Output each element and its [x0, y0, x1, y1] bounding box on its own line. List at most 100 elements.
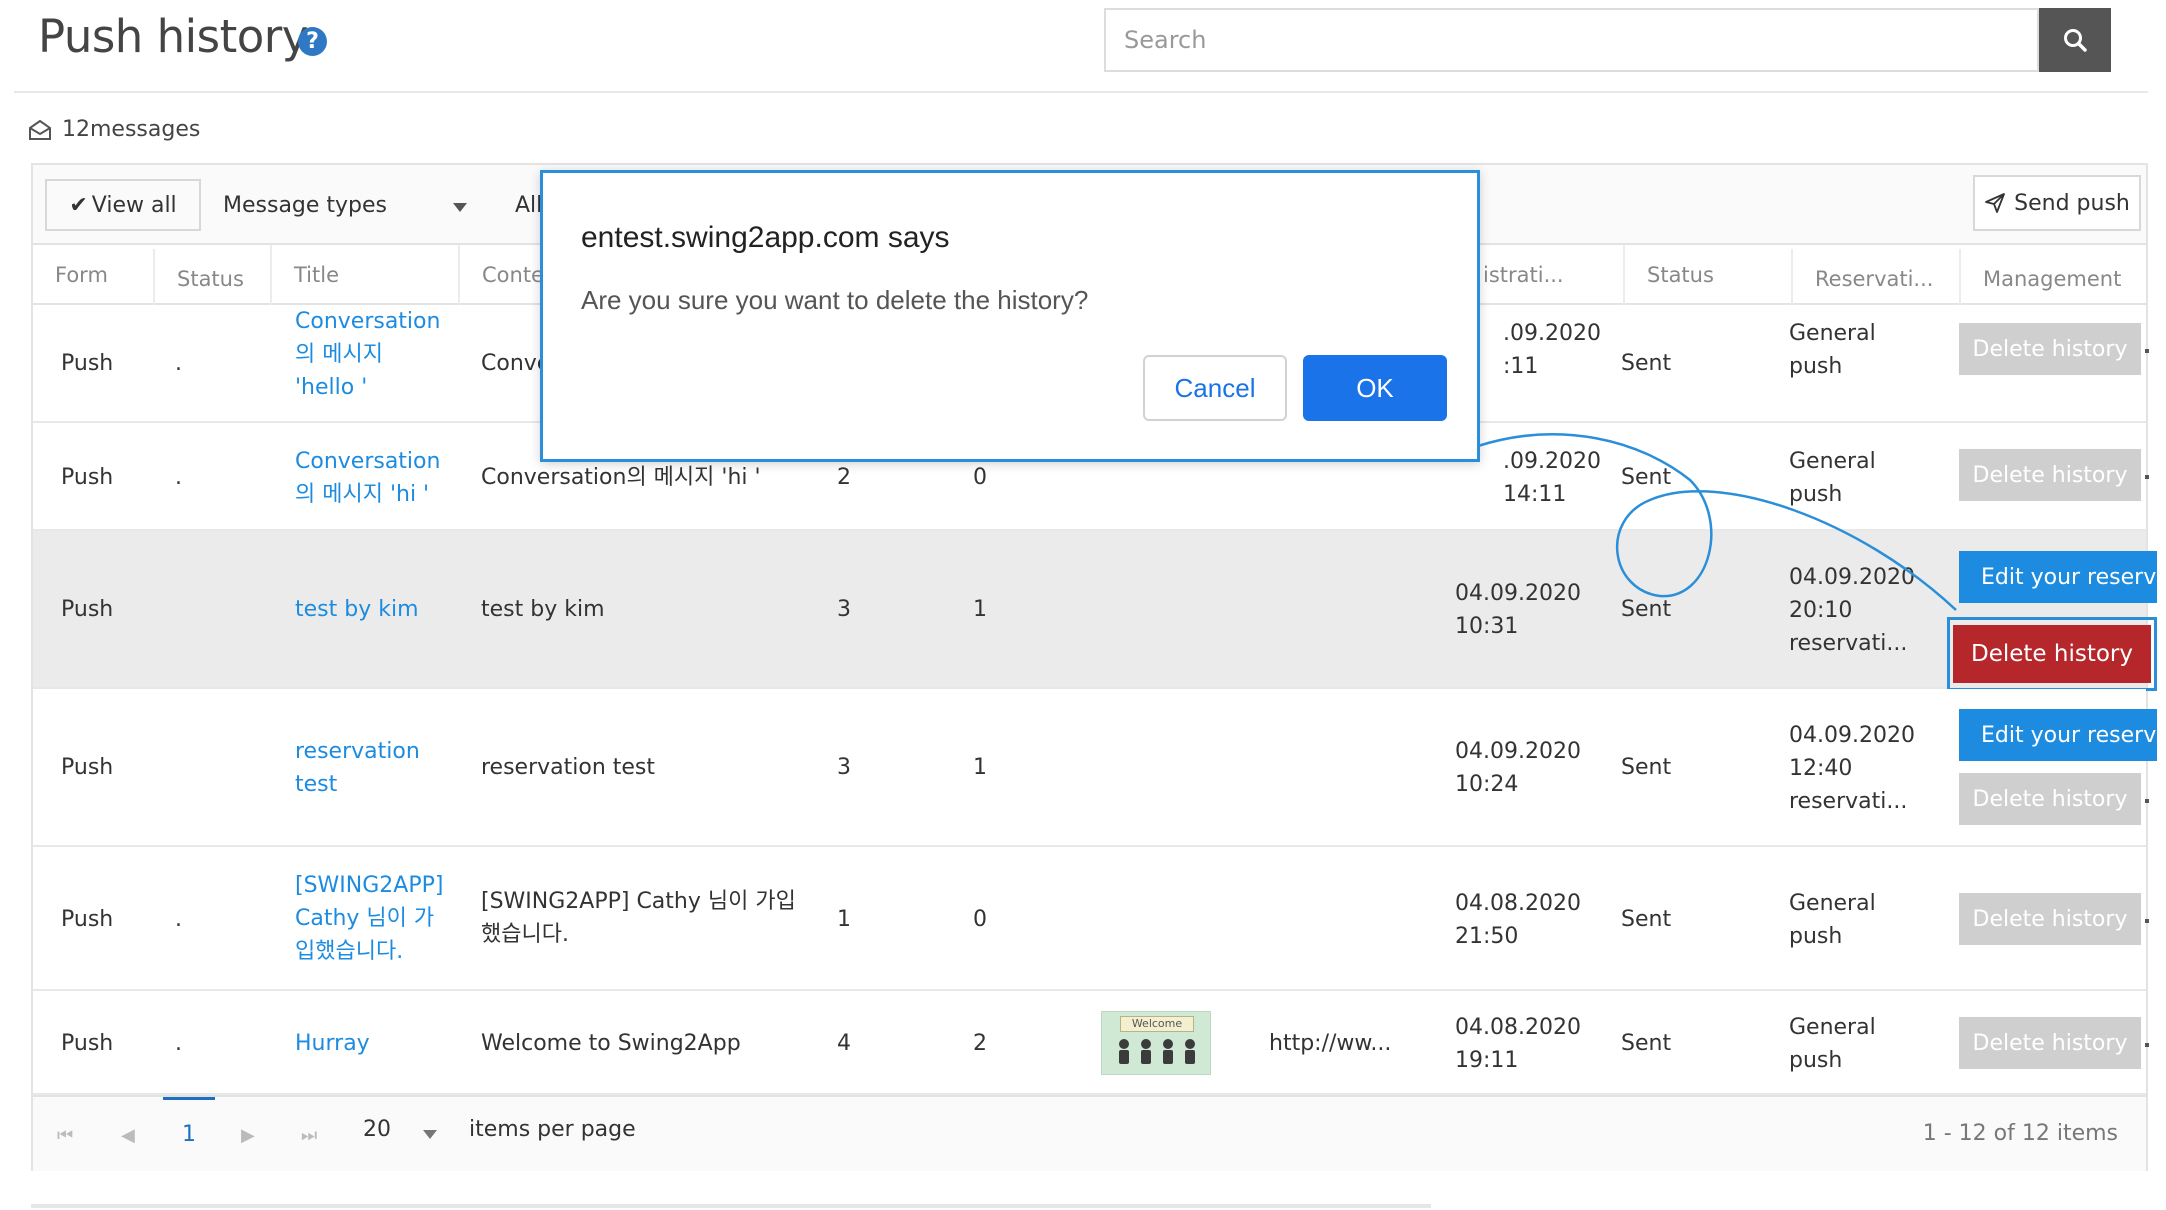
row-form: Push — [61, 1031, 114, 1056]
prev-page-icon[interactable]: ◀ — [121, 1125, 135, 1146]
header-divider — [14, 91, 2148, 93]
row-count-2: 1 — [973, 597, 987, 622]
overflow-dot — [2145, 349, 2149, 353]
row-status: . — [175, 351, 182, 376]
column-header-reservation[interactable]: Reservati... — [1791, 249, 1959, 309]
row-send-status: Sent — [1621, 755, 1672, 780]
row-title-line: 'hello ' — [295, 375, 368, 400]
delete-history-button[interactable]: Delete history — [1959, 893, 2141, 945]
first-page-icon[interactable]: ⏮ — [57, 1125, 73, 1146]
row-registration-date: 04.09.2020 — [1455, 581, 1581, 606]
table-row: Push test by kim test by kim 3 1 04.09.2… — [33, 531, 2157, 691]
row-send-status: Sent — [1621, 465, 1672, 490]
overflow-dot — [2145, 1043, 2149, 1047]
row-registration-date: 04.08.2020 — [1455, 1015, 1581, 1040]
row-content: reservation test — [481, 755, 656, 780]
search-input[interactable] — [1104, 8, 2039, 72]
delete-history-button[interactable]: Delete history — [1959, 449, 2141, 501]
row-form: Push — [61, 351, 114, 376]
caret-down-icon — [453, 203, 467, 212]
row-registration-date: .09.2020 — [1503, 321, 1601, 346]
row-link[interactable]: http://ww... — [1269, 1027, 1391, 1060]
row-registration: 04.08.2020 21:50 — [1455, 887, 1581, 953]
envelope-icon — [29, 119, 51, 140]
table-row: Push reservation test reservation test 3… — [33, 689, 2157, 847]
row-registration: .09.2020 :11 — [1503, 317, 1601, 383]
row-reservation-line: push — [1789, 354, 1843, 379]
view-all-button[interactable]: ✔ View all — [45, 179, 201, 231]
column-header-management[interactable]: Management — [1959, 249, 2148, 309]
check-icon: ✔ — [69, 192, 88, 218]
row-reservation-line: 12:40 — [1789, 756, 1853, 781]
row-registration-date: 04.09.2020 — [1455, 739, 1581, 764]
row-title-link[interactable]: Hurray — [295, 1027, 370, 1060]
row-title-link[interactable]: Conversation 의 메시지 'hi ' — [295, 445, 440, 511]
row-count-1: 3 — [837, 597, 851, 622]
page-size-select[interactable]: 20 — [363, 1117, 391, 1142]
send-push-button[interactable]: Send push — [1973, 175, 2141, 231]
row-registration-time: 21:50 — [1455, 924, 1519, 949]
row-form: Push — [61, 465, 114, 490]
last-page-icon[interactable]: ⏭ — [301, 1125, 317, 1146]
focus-highlight — [1947, 617, 2157, 691]
row-send-status: Sent — [1621, 351, 1672, 376]
row-title-line: Conversation — [295, 449, 441, 474]
delete-history-button[interactable]: Delete history — [1959, 323, 2141, 375]
column-header-registration[interactable]: istrati... — [1473, 245, 1623, 305]
row-title-link[interactable]: reservation test — [295, 735, 420, 801]
row-content: test by kim — [481, 597, 605, 622]
row-count-2: 0 — [973, 465, 987, 490]
help-icon[interactable]: ? — [298, 27, 327, 56]
next-page-icon[interactable]: ▶ — [241, 1125, 255, 1146]
delete-history-button[interactable]: Delete history — [1959, 773, 2141, 825]
row-title-link[interactable]: [SWING2APP] Cathy 님이 가 입했습니다. — [295, 869, 443, 968]
filter-all-label: All — [515, 192, 543, 218]
overflow-dot — [2145, 919, 2149, 923]
row-content-line: [SWING2APP] Cathy 님이 가입 — [481, 889, 796, 914]
row-status: . — [175, 1031, 182, 1056]
dialog-title: entest.swing2app.com says — [581, 221, 950, 254]
row-status: . — [175, 465, 182, 490]
caret-down-icon — [423, 1130, 437, 1139]
row-status: . — [175, 907, 182, 932]
cancel-button[interactable]: Cancel — [1143, 355, 1287, 421]
filter-all-dropdown[interactable]: All — [485, 179, 542, 231]
row-registration: 04.09.2020 10:24 — [1455, 735, 1581, 801]
search-button[interactable] — [2039, 8, 2111, 72]
row-form: Push — [61, 907, 114, 932]
row-reservation-line: 04.09.2020 — [1789, 565, 1915, 590]
column-header-status[interactable]: Status — [153, 249, 270, 309]
page-number-current[interactable]: 1 — [163, 1097, 215, 1169]
confirm-dialog: entest.swing2app.com says Are you sure y… — [540, 170, 1480, 462]
row-form: Push — [61, 755, 114, 780]
row-registration-time: 10:31 — [1455, 614, 1519, 639]
row-title-link[interactable]: test by kim — [295, 593, 419, 626]
row-content-line: 했습니다. — [481, 922, 569, 947]
overflow-dot — [2145, 475, 2149, 479]
row-reservation: 04.09.2020 12:40 reservati... — [1789, 719, 1915, 818]
row-title-line: [SWING2APP] — [295, 873, 444, 898]
column-header-title[interactable]: Title — [270, 245, 458, 305]
pager-info: 1 - 12 of 12 items — [1922, 1121, 2118, 1146]
table-row: Push . Hurray Welcome to Swing2App 4 2 W… — [33, 991, 2149, 1095]
row-count-1: 3 — [837, 755, 851, 780]
row-count-2: 1 — [973, 755, 987, 780]
ok-button[interactable]: OK — [1303, 355, 1447, 421]
send-push-label: Send push — [2014, 190, 2130, 216]
message-count: 12messages — [28, 117, 200, 142]
row-send-status: Sent — [1621, 907, 1672, 932]
row-registration-date: 04.08.2020 — [1455, 891, 1581, 916]
bottom-divider — [31, 1204, 1431, 1208]
column-header-form[interactable]: Form — [33, 245, 153, 305]
column-header-send-status[interactable]: Status — [1623, 245, 1791, 305]
edit-reservation-button[interactable]: Edit your reserva — [1959, 551, 2157, 603]
row-title-link[interactable]: Conversation 의 메시지 'hello ' — [295, 305, 440, 404]
welcome-image-thumbnail[interactable]: Welcome — [1101, 1011, 1211, 1075]
row-title-line: Conversation — [295, 309, 441, 334]
row-content: [SWING2APP] Cathy 님이 가입 했습니다. — [481, 885, 796, 951]
delete-history-button[interactable]: Delete history — [1959, 1017, 2141, 1069]
edit-reservation-button[interactable]: Edit your reserva — [1959, 709, 2157, 761]
message-count-label: 12messages — [62, 117, 201, 142]
row-reservation: General push — [1789, 317, 1876, 383]
message-types-dropdown[interactable]: Message types — [209, 179, 479, 231]
